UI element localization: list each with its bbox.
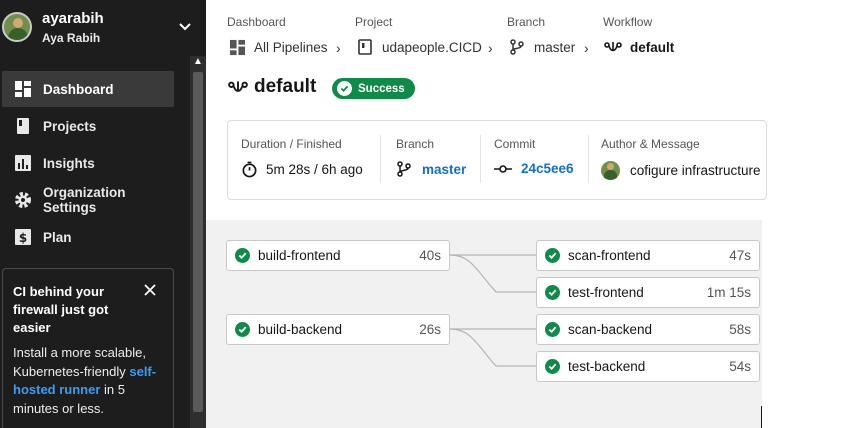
breadcrumb-branch-label: Branch [507, 15, 546, 29]
job-name: scan-backend [568, 322, 653, 337]
breadcrumb-workflow[interactable]: default [604, 38, 674, 56]
summary-branch-link[interactable]: master [396, 161, 466, 177]
success-check-icon [545, 359, 560, 374]
status-text: Success [358, 82, 405, 95]
job-name: build-frontend [258, 248, 341, 263]
projects-icon [14, 117, 32, 135]
breadcrumb-dashboard-label: Dashboard [227, 15, 286, 29]
summary-label: Branch [396, 137, 435, 151]
workflow-name: default [254, 76, 317, 97]
workflow-icon [604, 38, 622, 56]
commit-value: 24c5ee6 [521, 161, 574, 176]
branch-icon [397, 161, 411, 177]
scroll-up-arrow-icon[interactable]: ▲ [192, 56, 204, 68]
dollar-icon: $ [14, 228, 32, 246]
chevron-right-icon: › [584, 40, 589, 56]
sidebar-scrollbar-thumb[interactable] [193, 72, 203, 412]
dashboard-icon [14, 80, 32, 98]
self-hosted-runner-promo: CI behind your firewall just got easier … [2, 268, 174, 428]
promo-title: CI behind your firewall just got easier [13, 284, 109, 335]
promo-body-text: Install a more scalable, Kubernetes-frie… [13, 345, 146, 379]
breadcrumb-value: udapeople.CICD [382, 39, 482, 55]
summary-label: Duration / Finished [241, 137, 342, 151]
branch-icon [508, 38, 526, 56]
success-check-icon [235, 248, 250, 263]
workflow-icon [228, 81, 248, 92]
commit-message: cofigure infrastructure [630, 163, 761, 178]
sidebar-item-insights[interactable]: Insights [2, 145, 174, 181]
breadcrumb-all-pipelines[interactable]: All Pipelines [228, 38, 328, 56]
success-check-icon [545, 248, 560, 263]
stopwatch-icon [242, 161, 257, 178]
summary-commit-link[interactable]: 24c5ee6 [494, 161, 574, 176]
job-name: scan-frontend [568, 248, 651, 263]
summary-label: Author & Message [601, 137, 700, 151]
sidebar-item-label: Dashboard [43, 81, 114, 97]
job-duration: 26s [419, 322, 441, 337]
job-duration: 58s [729, 322, 751, 337]
job-scan-backend[interactable]: scan-backend 58s [536, 314, 760, 345]
job-duration: 40s [419, 248, 441, 263]
workflow-summary: Duration / Finished 5m 28s / 6h ago Bran… [227, 120, 767, 200]
sidebar-item-label: Plan [43, 229, 72, 245]
job-duration: 1m 15s [706, 285, 751, 300]
chevron-right-icon: › [488, 40, 493, 56]
avatar [2, 12, 32, 42]
summary-value: cofigure infrastructure [601, 161, 761, 180]
job-name: test-backend [568, 359, 646, 374]
insights-icon [14, 154, 32, 172]
status-badge: Success [332, 78, 415, 99]
viewport-edge-divider [761, 406, 762, 428]
success-check-icon [235, 322, 250, 337]
breadcrumb-project-label: Project [355, 15, 393, 29]
chevron-down-icon[interactable] [178, 22, 192, 32]
job-build-frontend[interactable]: build-frontend 40s [226, 240, 450, 271]
sidebar-item-label: Insights [43, 155, 95, 171]
job-test-backend[interactable]: test-backend 54s [536, 351, 760, 382]
gear-icon [14, 191, 32, 209]
job-scan-frontend[interactable]: scan-frontend 47s [536, 240, 760, 271]
close-icon[interactable] [143, 283, 157, 297]
job-test-frontend[interactable]: test-frontend 1m 15s [536, 277, 760, 308]
check-icon [337, 81, 352, 96]
job-duration: 54s [729, 359, 751, 374]
sidebar-item-label: Organization Settings [43, 185, 126, 215]
user-login: ayarabih [42, 10, 104, 27]
chevron-right-icon: › [336, 40, 341, 56]
job-duration: 47s [729, 248, 751, 263]
promo-body: Install a more scalable, Kubernetes-frie… [13, 344, 163, 418]
svg-text:$: $ [19, 231, 27, 245]
success-check-icon [545, 285, 560, 300]
user-menu[interactable]: ayarabih Aya Rabih [0, 0, 206, 56]
dashboard-icon [228, 38, 246, 56]
sidebar-item-organization-settings[interactable]: Organization Settings [2, 182, 174, 218]
branch-value: master [422, 161, 467, 177]
commit-icon [494, 164, 512, 173]
sidebar-item-label: Projects [43, 118, 97, 134]
summary-value: 5m 28s / 6h ago [241, 161, 363, 178]
summary-label: Commit [494, 137, 536, 151]
breadcrumb-value: master [534, 39, 576, 55]
project-icon [356, 38, 374, 56]
breadcrumb-value: default [630, 39, 675, 55]
breadcrumb-branch[interactable]: master [508, 38, 575, 56]
sidebar-item-projects[interactable]: Projects [2, 108, 174, 144]
sidebar-item-dashboard[interactable]: Dashboard [2, 71, 174, 107]
duration-value: 5m 28s / 6h ago [266, 162, 363, 177]
breadcrumb-workflow-label: Workflow [603, 15, 653, 29]
page-title: default [228, 76, 316, 98]
job-name: test-frontend [568, 285, 644, 300]
user-full-name: Aya Rabih [42, 31, 101, 45]
job-name: build-backend [258, 322, 343, 337]
success-check-icon [545, 322, 560, 337]
breadcrumb-value: All Pipelines [254, 39, 328, 55]
job-build-backend[interactable]: build-backend 26s [226, 314, 450, 345]
sidebar-item-plan[interactable]: $ Plan [2, 219, 174, 255]
breadcrumb-project[interactable]: udapeople.CICD [356, 38, 482, 56]
author-avatar [601, 161, 620, 180]
